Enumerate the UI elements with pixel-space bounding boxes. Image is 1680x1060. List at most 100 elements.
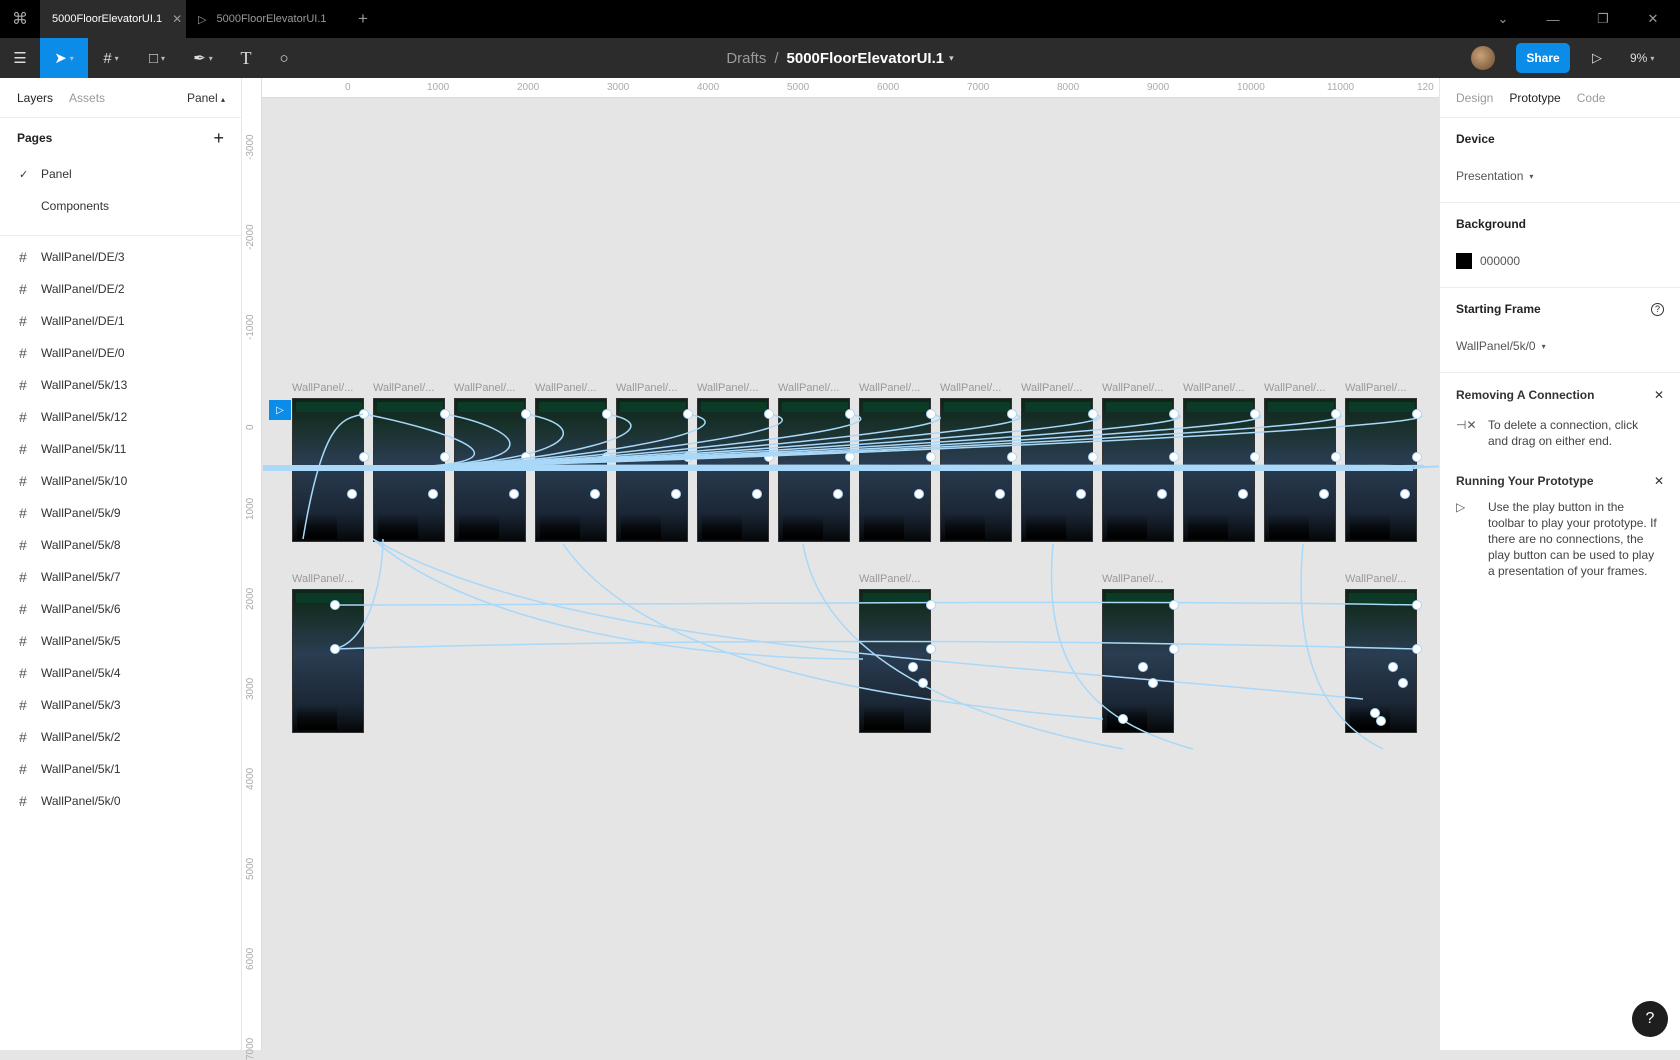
connection-handle[interactable]	[926, 452, 936, 462]
canvas[interactable]: WallPanel/... WallPanel/... WallPanel/... W…	[263, 99, 1439, 1050]
color-swatch[interactable]	[1456, 253, 1472, 269]
layer-item[interactable]: # WallPanel/DE/3	[0, 241, 241, 273]
shape-tool-button[interactable]: □ ▾	[134, 38, 180, 78]
layer-item[interactable]: # WallPanel/5k/11	[0, 433, 241, 465]
device-select[interactable]: Presentation ▾	[1456, 160, 1664, 192]
connection-handle[interactable]	[602, 409, 612, 419]
connection-handle[interactable]	[1169, 600, 1179, 610]
layer-item[interactable]: # WallPanel/5k/2	[0, 721, 241, 753]
connection-handle[interactable]	[1250, 409, 1260, 419]
close-icon[interactable]: ✕	[172, 12, 182, 26]
connection-handle[interactable]	[833, 489, 843, 499]
layer-item[interactable]: # WallPanel/5k/1	[0, 753, 241, 785]
connection-handle[interactable]	[440, 452, 450, 462]
connection-handle[interactable]	[1138, 662, 1148, 672]
text-tool-button[interactable]: T	[226, 38, 266, 78]
connection-handle[interactable]	[359, 452, 369, 462]
connection-handle[interactable]	[428, 489, 438, 499]
pen-tool-button[interactable]: ✒ ▾	[180, 38, 226, 78]
menu-icon[interactable]: ☰	[0, 38, 40, 78]
layer-item[interactable]: # WallPanel/DE/1	[0, 305, 241, 337]
connection-handle[interactable]	[1412, 409, 1422, 419]
layer-item[interactable]: # WallPanel/5k/10	[0, 465, 241, 497]
connection-handle[interactable]	[1007, 409, 1017, 419]
tab-design[interactable]: Design	[1456, 91, 1493, 105]
help-button[interactable]: ?	[1632, 1001, 1668, 1037]
tab-prototype[interactable]: Prototype	[1509, 91, 1560, 105]
connection-handle[interactable]	[845, 452, 855, 462]
connection-handle[interactable]	[908, 662, 918, 672]
connection-handle[interactable]	[1412, 600, 1422, 610]
connection-handle[interactable]	[1250, 452, 1260, 462]
connection-line[interactable]	[334, 538, 384, 650]
connection-handle[interactable]	[1376, 716, 1386, 726]
page-selector[interactable]: Panel ▴	[187, 91, 225, 105]
close-icon[interactable]: ✕	[1654, 474, 1664, 488]
restore-button[interactable]: ❐	[1578, 0, 1628, 38]
chevron-down-icon[interactable]: ⌄	[1478, 0, 1528, 38]
flow-start-button[interactable]: ▷	[269, 400, 291, 420]
connection-handle[interactable]	[1331, 409, 1341, 419]
close-icon[interactable]: ✕	[1654, 388, 1664, 402]
connection-handle[interactable]	[440, 409, 450, 419]
tab-layers[interactable]: Layers	[17, 91, 53, 105]
layer-item[interactable]: # WallPanel/5k/5	[0, 625, 241, 657]
connection-line[interactable]	[372, 538, 1364, 700]
starting-frame-select[interactable]: WallPanel/5k/0 ▾	[1456, 330, 1664, 362]
connection-handle[interactable]	[914, 489, 924, 499]
connection-line[interactable]	[372, 413, 1021, 469]
tab-file-active[interactable]: 5000FloorElevatorUI.1 ✕	[40, 0, 186, 38]
connection-handle[interactable]	[671, 489, 681, 499]
present-play-icon[interactable]: ▷	[1585, 38, 1609, 78]
layer-item[interactable]: # WallPanel/5k/13	[0, 369, 241, 401]
connection-line[interactable]	[372, 413, 1261, 469]
connection-line[interactable]	[302, 413, 364, 540]
connection-handle[interactable]	[330, 644, 340, 654]
connection-handle[interactable]	[521, 409, 531, 419]
page-item-components[interactable]: Components	[0, 190, 241, 222]
connection-handle[interactable]	[1088, 452, 1098, 462]
connection-handle[interactable]	[1370, 708, 1380, 718]
connection-handle[interactable]	[1400, 489, 1410, 499]
connection-handle[interactable]	[683, 409, 693, 419]
connection-handle[interactable]	[1157, 489, 1167, 499]
connection-handle[interactable]	[347, 489, 357, 499]
background-color-field[interactable]: 000000	[1456, 245, 1664, 277]
connection-handle[interactable]	[1331, 452, 1341, 462]
connection-line[interactable]	[363, 413, 476, 469]
connection-handle[interactable]	[764, 409, 774, 419]
connection-line[interactable]	[802, 543, 1124, 750]
connection-line[interactable]	[562, 543, 1104, 720]
connection-handle[interactable]	[1076, 489, 1086, 499]
connection-handle[interactable]	[918, 678, 928, 688]
layer-item[interactable]: # WallPanel/5k/12	[0, 401, 241, 433]
connection-handle[interactable]	[590, 489, 600, 499]
connection-handle[interactable]	[509, 489, 519, 499]
connection-handle[interactable]	[330, 600, 340, 610]
frame-tool-button[interactable]: # ▾	[88, 38, 134, 78]
layer-item[interactable]: # WallPanel/5k/0	[0, 785, 241, 817]
avatar[interactable]	[1471, 46, 1495, 70]
add-page-button[interactable]: +	[213, 128, 224, 149]
connection-handle[interactable]	[1169, 644, 1179, 654]
layer-item[interactable]: # WallPanel/DE/0	[0, 337, 241, 369]
layer-item[interactable]: # WallPanel/5k/9	[0, 497, 241, 529]
minimize-button[interactable]: —	[1528, 0, 1578, 38]
connection-handle[interactable]	[845, 409, 855, 419]
layer-item[interactable]: # WallPanel/5k/7	[0, 561, 241, 593]
new-tab-button[interactable]: +	[348, 9, 378, 29]
share-button[interactable]: Share	[1516, 43, 1570, 73]
layer-item[interactable]: # WallPanel/DE/2	[0, 273, 241, 305]
connection-handle[interactable]	[1388, 662, 1398, 672]
connection-handle[interactable]	[1118, 714, 1128, 724]
connection-handle[interactable]	[1398, 678, 1408, 688]
connection-handle[interactable]	[1169, 409, 1179, 419]
tab-assets[interactable]: Assets	[69, 91, 105, 105]
move-tool-button[interactable]: ➤ ▾	[40, 38, 88, 78]
breadcrumb-drafts[interactable]: Drafts	[726, 50, 766, 67]
layer-item[interactable]: # WallPanel/5k/3	[0, 689, 241, 721]
connection-handle[interactable]	[926, 600, 936, 610]
connection-handle[interactable]	[1319, 489, 1329, 499]
connection-line[interactable]	[334, 601, 1418, 606]
connection-handle[interactable]	[926, 409, 936, 419]
